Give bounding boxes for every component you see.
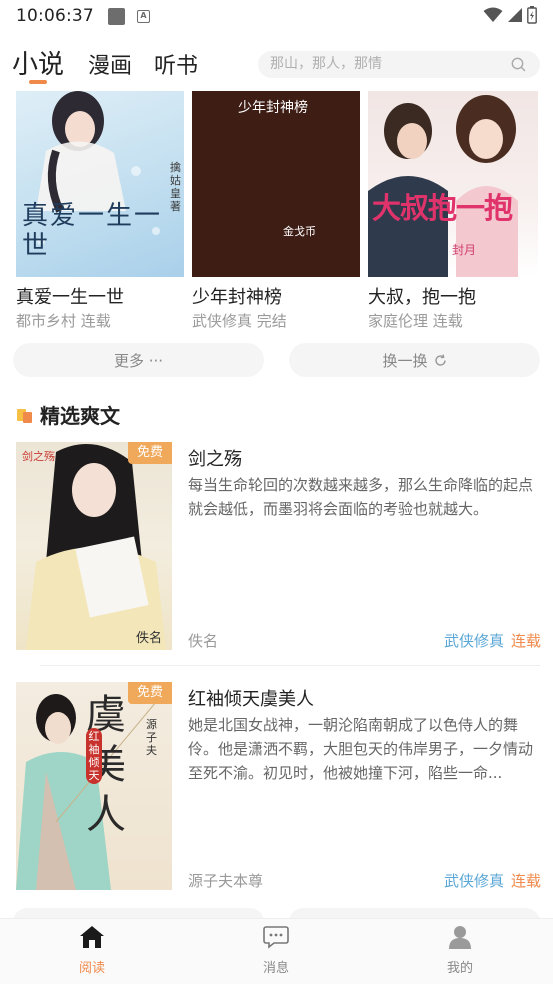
cover-title-3: 大叔抱一抱 (372, 191, 513, 225)
book-cover-1[interactable]: 真爱一生一世 擒姑皇 著 (16, 91, 184, 277)
search-input[interactable] (270, 51, 500, 78)
list-desc-1: 每当生命轮回的次数越来越多，那么生命降临的起点就会越低，而墨羽将会面临的考验也就… (188, 476, 534, 518)
nav-messages[interactable]: 消息 (226, 925, 326, 976)
more-button-label: 更多 ··· (113, 351, 164, 370)
nav-label-messages: 消息 (262, 961, 289, 976)
list-cover-2[interactable]: 虞美人 红袖倾天 源子夫 免费 (16, 682, 172, 890)
home-icon (80, 926, 104, 948)
book-title-2[interactable]: 少年封神榜 (192, 283, 282, 309)
nav-profile[interactable]: 我的 (410, 925, 510, 976)
list-title-1[interactable]: 剑之殇 (188, 445, 242, 471)
signal-icon (508, 8, 522, 22)
list-status-2: 连载 (511, 872, 542, 890)
free-badge: 免费 (128, 442, 172, 464)
message-icon (263, 926, 289, 949)
list-cover-title-1: 剑之殇 (22, 450, 55, 463)
more-button[interactable]: 更多 ··· (13, 343, 264, 377)
cover-author-1: 擒姑皇 著 (170, 161, 181, 213)
notification-a-icon: A (136, 9, 150, 23)
nav-read[interactable]: 阅读 (42, 925, 142, 976)
book-meta-2: 武侠修真 完结 (192, 312, 287, 330)
user-icon (449, 926, 471, 949)
list-desc-2: 她是北国女战神，一朝沦陷南朝成了以色侍人的舞伶。他是潇洒不羁，大胆包天的伟岸男子… (188, 716, 534, 782)
list-author-2: 源子夫本尊 (188, 872, 264, 890)
refresh-button[interactable]: 换一换 (289, 343, 540, 377)
tab-comics[interactable]: 漫画 (88, 48, 132, 80)
section-icon (17, 408, 32, 423)
top-bar: 小说 漫画 听书 (0, 38, 553, 90)
cover-author-3: 封月 (452, 243, 477, 257)
book-title-3[interactable]: 大叔，抱一抱 (368, 283, 476, 309)
book-cover-3[interactable]: 大叔抱一抱 封月 (368, 91, 538, 277)
list-author-1: 佚名 (188, 632, 219, 650)
list-cover-author-1: 佚名 (135, 631, 162, 646)
list-cover-small-title-2: 红袖倾天 (86, 728, 102, 784)
refresh-button-label: 换一换 (382, 351, 428, 370)
cover-art-list-1 (26, 444, 166, 650)
list-category-2[interactable]: 武侠修真 (444, 870, 504, 891)
list-status-1: 连载 (511, 632, 542, 650)
battery-icon (527, 6, 537, 24)
active-tab-indicator (29, 80, 47, 84)
book-title-1[interactable]: 真爱一生一世 (16, 283, 124, 309)
book-meta-1: 都市乡村 连载 (16, 312, 111, 330)
cover-title-1: 真爱一生一世 (22, 201, 163, 261)
refresh-icon (434, 354, 446, 366)
book-meta-3: 家庭伦理 连载 (368, 312, 463, 330)
tab-novel[interactable]: 小说 (12, 44, 64, 81)
section-header: 精选爽文 (16, 400, 120, 429)
cover-title-2: 少年封神榜 (238, 100, 308, 116)
bottom-nav: 阅读 消息 我的 (0, 918, 553, 984)
status-icons (483, 6, 537, 24)
list-category-1[interactable]: 武侠修真 (444, 630, 504, 651)
list-divider (40, 665, 540, 666)
list-cover-author-2: 源子夫 (146, 718, 157, 757)
search-bar[interactable] (258, 51, 540, 78)
notification-square-icon (107, 7, 125, 25)
search-icon[interactable] (511, 57, 526, 72)
list-cover-1[interactable]: 剑之殇 佚名 免费 (16, 442, 172, 650)
tab-audiobook[interactable]: 听书 (154, 48, 198, 80)
status-bar: 10:06:37 A (0, 0, 553, 32)
nav-label-read: 阅读 (78, 961, 105, 976)
section-title: 精选爽文 (40, 404, 120, 428)
nav-label-profile: 我的 (446, 961, 473, 976)
status-time: 10:06:37 (16, 6, 94, 26)
book-cover-2[interactable]: 少年封神榜 金戈币 (192, 91, 360, 277)
list-title-2[interactable]: 红袖倾天虞美人 (188, 685, 314, 711)
cover-author-2: 金戈币 (283, 225, 316, 238)
free-badge: 免费 (128, 682, 172, 704)
wifi-icon (483, 7, 503, 22)
